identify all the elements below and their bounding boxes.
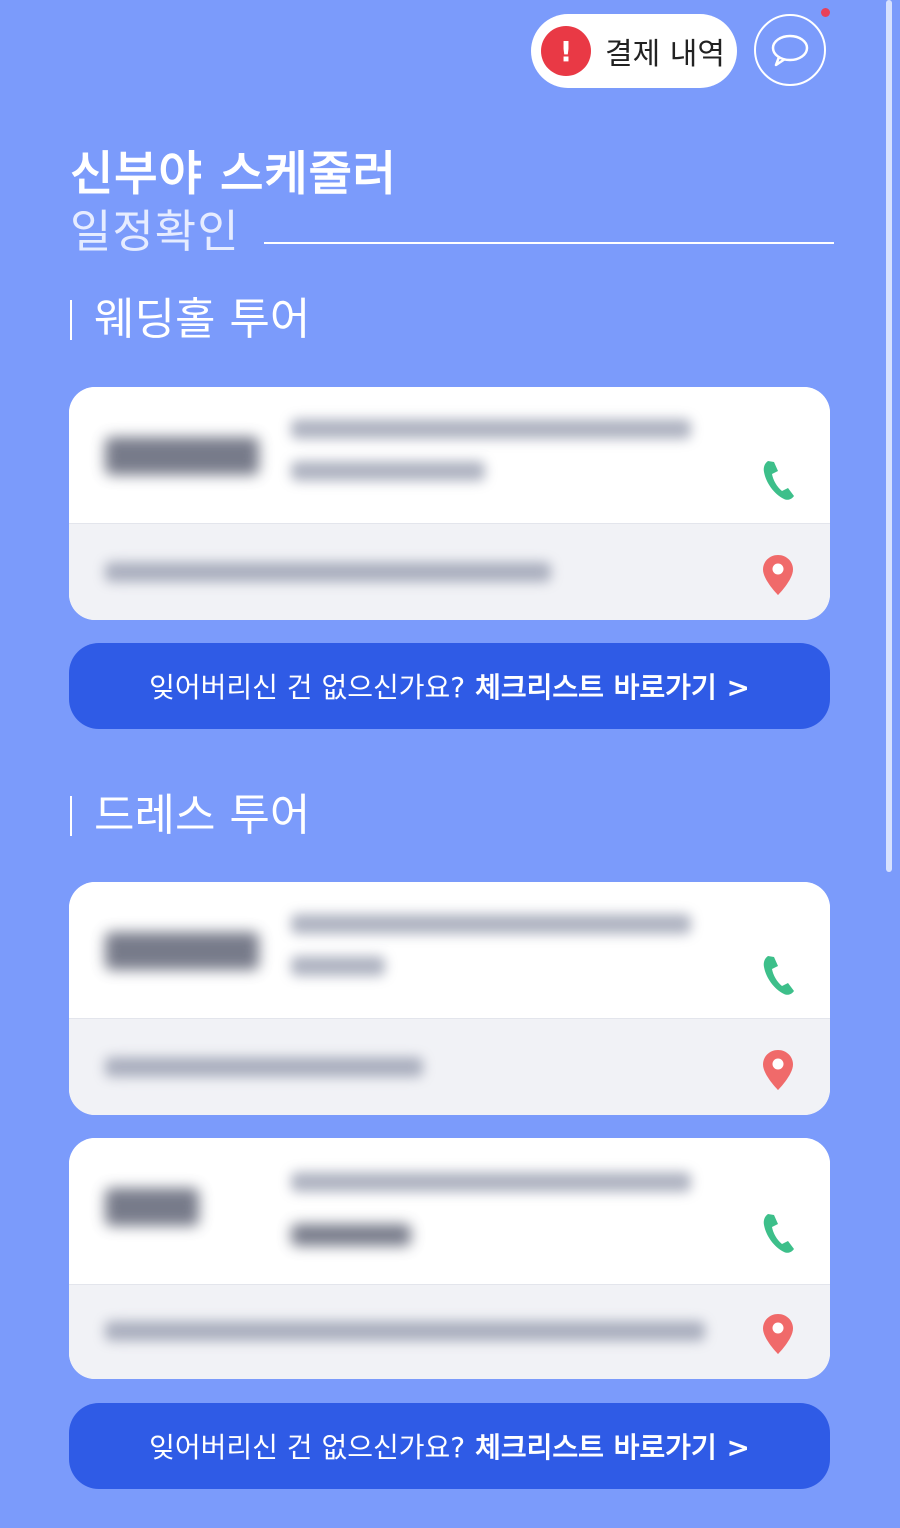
subtitle-divider: [264, 242, 834, 244]
page-subtitle: 일정확인: [70, 205, 240, 258]
venue-detail-redacted: [291, 419, 691, 439]
checklist-prompt: 잊어버리신 건 없으신가요?: [149, 671, 466, 704]
shop-address-redacted: [105, 1057, 423, 1077]
location-pin-icon[interactable]: [762, 1049, 794, 1091]
section-title-dress: 드레스 투어: [70, 794, 310, 838]
location-pin-icon[interactable]: [762, 1313, 794, 1355]
chat-bubble-icon: [771, 34, 809, 67]
shop-card-info: [69, 882, 830, 1018]
notification-dot: [821, 8, 830, 17]
checklist-link: 체크리스트 바로가기 >: [475, 1431, 750, 1464]
venue-card[interactable]: [69, 387, 830, 620]
venue-card-address: [69, 523, 830, 620]
shop-detail-redacted: [291, 1224, 411, 1246]
page-title: 신부야 스케줄러: [70, 147, 398, 202]
venue-name-redacted: [105, 437, 259, 475]
phone-icon[interactable]: [762, 459, 796, 501]
venue-address-redacted: [105, 562, 551, 582]
shop-address-redacted: [105, 1321, 705, 1341]
checklist-link: 체크리스트 바로가기 >: [475, 671, 750, 704]
scrollbar[interactable]: [886, 0, 892, 872]
shop-card-address: [69, 1018, 830, 1115]
shop-card-info: [69, 1138, 830, 1284]
alert-icon: !: [541, 26, 591, 76]
shop-card-address: [69, 1284, 830, 1379]
checklist-prompt: 잊어버리신 건 없으신가요?: [149, 1431, 466, 1464]
shop-detail-redacted: [291, 1172, 691, 1192]
section-title-wedding-hall: 웨딩홀 투어: [70, 298, 310, 342]
shop-detail-redacted: [291, 956, 385, 976]
venue-detail-redacted: [291, 461, 485, 481]
checklist-button[interactable]: 잊어버리신 건 없으신가요? 체크리스트 바로가기 >: [69, 643, 830, 729]
shop-card[interactable]: [69, 1138, 830, 1379]
venue-card-info: [69, 387, 830, 523]
phone-icon[interactable]: [762, 954, 796, 996]
shop-detail-redacted: [291, 914, 691, 934]
location-pin-icon[interactable]: [762, 554, 794, 596]
phone-icon[interactable]: [762, 1212, 796, 1254]
shop-card[interactable]: [69, 882, 830, 1115]
shop-name-redacted: [105, 932, 259, 970]
chat-button[interactable]: [754, 14, 826, 86]
payment-history-button[interactable]: ! 결제 내역: [531, 14, 737, 88]
shop-name-redacted: [105, 1188, 199, 1226]
checklist-button[interactable]: 잊어버리신 건 없으신가요? 체크리스트 바로가기 >: [69, 1403, 830, 1489]
payment-history-label: 결제 내역: [605, 37, 725, 72]
